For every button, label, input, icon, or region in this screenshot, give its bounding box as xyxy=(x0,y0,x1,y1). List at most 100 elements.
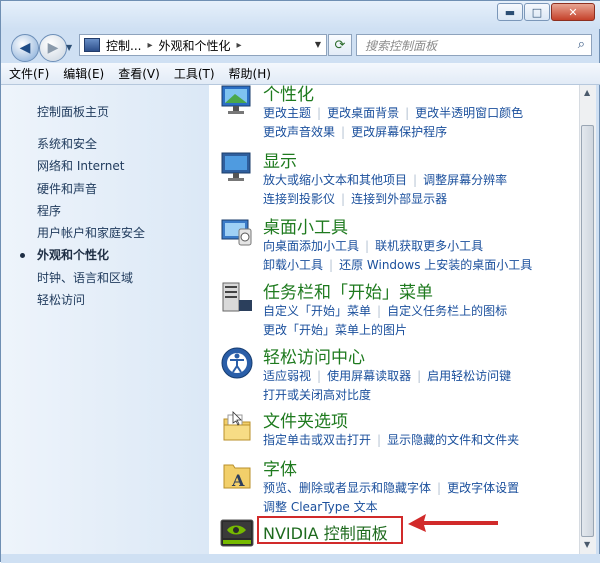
section-links: 向桌面添加小工具 | 联机获取更多小工具 卸载小工具 | 还原 Windows 上安装的… xyxy=(263,237,579,274)
link-high-contrast[interactable]: 打开或关闭高对比度 xyxy=(263,388,371,402)
section-links: 指定单击或双击打开 | 显示隐藏的文件和文件夹 xyxy=(263,431,579,450)
search-placeholder: 搜索控制面板 xyxy=(365,38,438,53)
link-screen-reader[interactable]: 使用屏幕读取器 xyxy=(327,369,411,383)
link-customize-taskbar-icons[interactable]: 自定义任务栏上的图标 xyxy=(387,304,507,318)
title-bar: ▬ □ ✕ xyxy=(1,1,600,29)
content-pane: 个性化 更改主题 | 更改桌面背景 | 更改半透明窗口颜色 更改声音效果 | 更改屏幕保护程… xyxy=(209,85,579,554)
sidebar-item-system-security[interactable]: 系统和安全 xyxy=(37,133,145,155)
sidebar-home-link[interactable]: 控制面板主页 xyxy=(37,103,109,120)
scrollbar-thumb[interactable] xyxy=(581,125,594,537)
refresh-button[interactable]: ⟳ xyxy=(328,34,352,56)
menu-view[interactable]: 查看(V) xyxy=(118,65,160,82)
address-bar[interactable]: 控制... ▸ 外观和个性化 ▸ ▼ xyxy=(79,34,327,56)
link-uninstall-gadget[interactable]: 卸载小工具 xyxy=(263,258,323,272)
scroll-up-icon[interactable]: ▲ xyxy=(584,88,590,97)
maximize-button[interactable]: □ xyxy=(524,3,550,21)
link-separator: | xyxy=(365,239,370,253)
link-show-hidden-files[interactable]: 显示隐藏的文件和文件夹 xyxy=(387,433,519,447)
link-restore-gadgets[interactable]: 还原 Windows 上安装的桌面小工具 xyxy=(339,258,532,272)
section-title-ease-of-access[interactable]: 轻松访问中心 xyxy=(263,343,365,368)
close-button[interactable]: ✕ xyxy=(551,3,595,21)
menu-file[interactable]: 文件(F) xyxy=(9,65,49,82)
forward-button[interactable]: ▶ xyxy=(39,34,67,62)
link-separator: | xyxy=(417,369,422,383)
sidebar-category-list: 系统和安全 网络和 Internet 硬件和声音 程序 用户帐户和家庭安全 外观… xyxy=(19,133,145,311)
link-text-size[interactable]: 放大或缩小文本和其他项目 xyxy=(263,173,407,187)
link-start-menu-picture[interactable]: 更改「开始」菜单上的图片 xyxy=(263,323,407,337)
link-separator: | xyxy=(341,191,346,206)
breadcrumb-control-panel[interactable]: 控制... xyxy=(106,37,141,54)
breadcrumb-appearance[interactable]: 外观和个性化 xyxy=(158,37,230,54)
link-manage-fonts[interactable]: 预览、删除或者显示和隐藏字体 xyxy=(263,481,431,495)
link-change-sounds[interactable]: 更改声音效果 xyxy=(263,125,335,139)
search-input[interactable]: 搜索控制面板 ⌕ xyxy=(356,34,592,56)
sidebar: 控制面板主页 系统和安全 网络和 Internet 硬件和声音 程序 用户帐户和… xyxy=(1,85,209,563)
taskbar-icon xyxy=(222,282,252,312)
link-connect-projector[interactable]: 连接到投影仪 xyxy=(263,192,335,206)
section-links: 适应弱视 | 使用屏幕读取器 | 启用轻松访问键 打开或关闭高对比度 xyxy=(263,367,579,404)
fonts-icon: A xyxy=(223,464,251,490)
link-screen-resolution[interactable]: 调整屏幕分辨率 xyxy=(423,173,507,187)
display-icon xyxy=(221,152,251,181)
sidebar-item-clock-language[interactable]: 时钟、语言和区域 xyxy=(37,267,145,289)
link-separator: | xyxy=(437,481,442,495)
link-separator: | xyxy=(317,106,322,120)
section-links: 放大或缩小文本和其他项目 | 调整屏幕分辨率 连接到投影仪 | 连接到外部显示器 xyxy=(263,171,579,208)
link-separator: | xyxy=(377,433,382,447)
section-title-fonts[interactable]: 字体 xyxy=(263,455,297,480)
refresh-icon: ⟳ xyxy=(334,37,346,53)
breadcrumb-separator[interactable]: ▸ xyxy=(237,40,242,51)
ease-of-access-icon xyxy=(221,347,253,379)
section-title-folder-options[interactable]: 文件夹选项 xyxy=(263,407,348,432)
section-links: 更改主题 | 更改桌面背景 | 更改半透明窗口颜色 更改声音效果 | 更改屏幕保护程序 xyxy=(263,104,579,141)
section-title-gadgets[interactable]: 桌面小工具 xyxy=(263,213,348,238)
menu-bar: 文件(F) 编辑(E) 查看(V) 工具(T) 帮助(H) xyxy=(1,63,600,85)
nvidia-icon xyxy=(220,519,254,547)
section-title-taskbar-start[interactable]: 任务栏和「开始」菜单 xyxy=(263,278,433,303)
link-change-glass-color[interactable]: 更改半透明窗口颜色 xyxy=(415,106,523,120)
sidebar-item-network[interactable]: 网络和 Internet xyxy=(37,155,145,177)
search-icon[interactable]: ⌕ xyxy=(578,37,585,52)
link-get-more-gadgets[interactable]: 联机获取更多小工具 xyxy=(375,239,483,253)
sidebar-item-ease-of-access[interactable]: 轻松访问 xyxy=(37,289,145,311)
red-arrow-annotation xyxy=(408,514,498,532)
section-title-personalization[interactable]: 个性化 xyxy=(263,85,314,105)
link-external-display[interactable]: 连接到外部显示器 xyxy=(351,192,447,206)
link-cleartype[interactable]: 调整 ClearType 文本 xyxy=(263,500,378,514)
menu-tools[interactable]: 工具(T) xyxy=(174,65,215,82)
gadgets-icon xyxy=(221,219,252,246)
menu-edit[interactable]: 编辑(E) xyxy=(63,65,104,82)
link-separator: | xyxy=(317,369,322,383)
sidebar-item-appearance[interactable]: 外观和个性化 xyxy=(19,244,145,266)
link-change-screensaver[interactable]: 更改屏幕保护程序 xyxy=(351,125,447,139)
section-title-display[interactable]: 显示 xyxy=(263,147,297,172)
breadcrumb-separator[interactable]: ▸ xyxy=(147,40,152,51)
link-single-double-click[interactable]: 指定单击或双击打开 xyxy=(263,433,371,447)
personalization-icon xyxy=(221,85,251,114)
window-controls: ▬ □ ✕ xyxy=(496,3,595,21)
link-change-theme[interactable]: 更改主题 xyxy=(263,106,311,120)
link-customize-start-menu[interactable]: 自定义「开始」菜单 xyxy=(263,304,371,318)
nvidia-control-panel-link[interactable]: NVIDIA 控制面板 xyxy=(263,520,388,544)
link-separator: | xyxy=(341,124,346,139)
back-button[interactable]: ◀ xyxy=(11,34,39,62)
vertical-scrollbar[interactable]: ▲ ▼ xyxy=(579,85,596,554)
minimize-button[interactable]: ▬ xyxy=(497,3,523,21)
sidebar-item-user-accounts[interactable]: 用户帐户和家庭安全 xyxy=(37,222,145,244)
link-low-vision[interactable]: 适应弱视 xyxy=(263,369,311,383)
link-add-gadgets[interactable]: 向桌面添加小工具 xyxy=(263,239,359,253)
sidebar-item-hardware-sound[interactable]: 硬件和声音 xyxy=(37,178,145,200)
link-sticky-keys[interactable]: 启用轻松访问键 xyxy=(427,369,511,383)
menu-help[interactable]: 帮助(H) xyxy=(229,65,271,82)
scroll-down-icon[interactable]: ▼ xyxy=(584,540,590,549)
folder-options-icon xyxy=(223,411,251,441)
link-font-settings[interactable]: 更改字体设置 xyxy=(447,481,519,495)
recent-pages-dropdown-icon[interactable]: ▼ xyxy=(66,43,72,52)
control-panel-icon xyxy=(84,38,100,52)
svg-text:A: A xyxy=(231,471,245,490)
sidebar-item-programs[interactable]: 程序 xyxy=(37,200,145,222)
section-links: 自定义「开始」菜单 | 自定义任务栏上的图标 更改「开始」菜单上的图片 xyxy=(263,302,579,339)
link-change-background[interactable]: 更改桌面背景 xyxy=(327,106,399,120)
address-dropdown-icon[interactable]: ▼ xyxy=(315,40,321,49)
link-separator: | xyxy=(413,173,418,187)
